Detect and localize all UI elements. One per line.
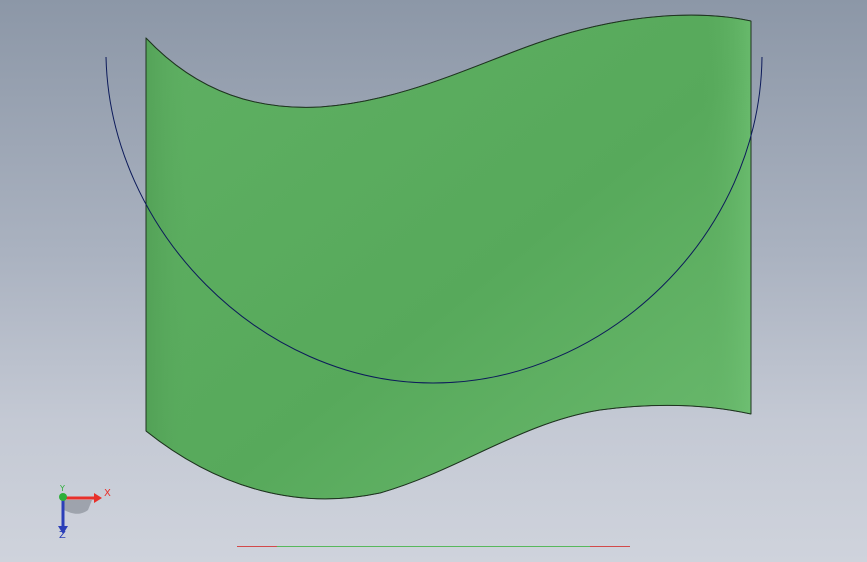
graphics-viewport[interactable]: X Y Z bbox=[0, 0, 867, 562]
surface-face-highlight bbox=[146, 15, 751, 499]
triad-x-label: X bbox=[104, 488, 111, 499]
status-strip bbox=[237, 546, 630, 548]
triad-z-label: Z bbox=[59, 530, 66, 541]
status-strip-middle bbox=[277, 546, 590, 547]
triad-y-label: Y bbox=[60, 484, 65, 493]
view-triad: X Y Z bbox=[48, 484, 118, 544]
status-strip-right bbox=[590, 546, 630, 547]
model-scene[interactable] bbox=[0, 0, 867, 562]
status-strip-left bbox=[237, 546, 277, 547]
